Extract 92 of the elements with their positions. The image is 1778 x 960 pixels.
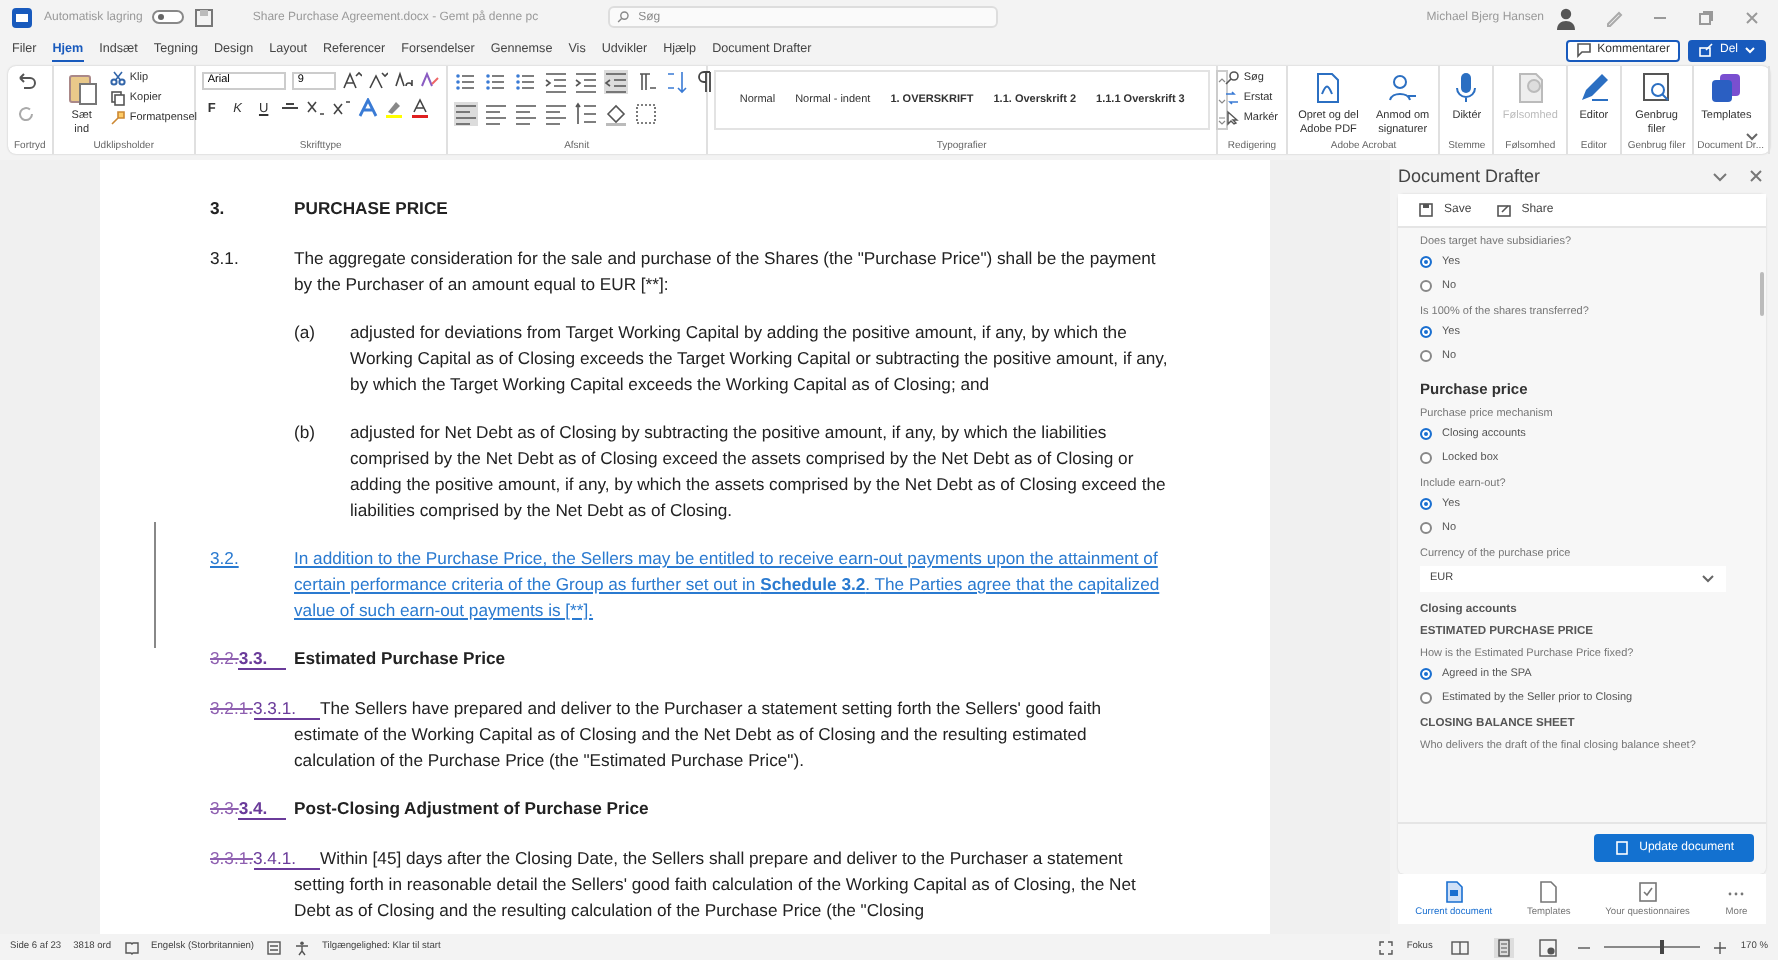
list-icon[interactable] bbox=[483, 70, 508, 94]
scrollbar-thumb[interactable] bbox=[1760, 272, 1764, 316]
radio-button[interactable] bbox=[1420, 256, 1432, 269]
deleted-number: 3.2. bbox=[210, 648, 239, 668]
deleted-number: 3.3. bbox=[210, 798, 239, 818]
clause-number: 3.4.1. bbox=[253, 848, 321, 870]
signature-icon bbox=[1384, 70, 1421, 106]
indent-icon[interactable] bbox=[543, 70, 568, 94]
accessibility-icon[interactable] bbox=[294, 939, 311, 955]
deleted-number: 3.2.1. bbox=[210, 698, 254, 718]
clause-text: The aggregate consideration for the sale and purchase of the Shares (the "Purchase Price") shall be the payment by the Purchaser of an amount equal to EUR [**]: bbox=[294, 248, 1156, 294]
radio-button[interactable] bbox=[1420, 667, 1432, 680]
document-icon bbox=[1441, 880, 1466, 904]
document-icon bbox=[1613, 840, 1630, 856]
undo-icon[interactable] bbox=[14, 70, 38, 94]
radio-button[interactable] bbox=[1420, 326, 1432, 339]
radio-button[interactable] bbox=[1420, 350, 1432, 363]
list-icon[interactable] bbox=[453, 70, 478, 94]
clear-format-icon[interactable] bbox=[419, 70, 440, 90]
subscript-icon[interactable] bbox=[305, 98, 326, 118]
book-icon[interactable] bbox=[123, 939, 140, 955]
clause-number: 3.3. bbox=[238, 648, 286, 670]
collapse-ribbon-icon[interactable] bbox=[1744, 128, 1760, 144]
cursor-icon bbox=[1223, 110, 1240, 126]
redo-icon[interactable] bbox=[14, 102, 38, 126]
macro-icon[interactable] bbox=[266, 939, 283, 955]
clause-text: Post-Closing Adjustment of Purchase Price bbox=[294, 798, 649, 818]
search-icon bbox=[616, 10, 631, 24]
restore-icon[interactable] bbox=[1696, 7, 1716, 27]
clause-text: Estimated Purchase Price bbox=[294, 648, 506, 668]
align-icon[interactable] bbox=[513, 102, 538, 126]
search-icon bbox=[1223, 70, 1240, 86]
clause-number: 3. bbox=[210, 198, 225, 218]
read-view-icon[interactable] bbox=[1450, 937, 1471, 957]
scissors-icon bbox=[109, 70, 126, 86]
clause-number: 3.1. bbox=[210, 248, 239, 268]
align-icon[interactable] bbox=[483, 102, 508, 126]
change-case-icon[interactable] bbox=[393, 70, 414, 90]
align-icon[interactable] bbox=[453, 102, 478, 126]
replace-icon bbox=[1223, 90, 1240, 106]
clause-text: adjusted for Net Debt as of Closing by subtracting the positive amount, if any, by which the liabilities comprised by the Net Debt as of Closing exceed the assets comprised by the Net Debt as of Closing or adding the positive amount, if any, by which the assets comprised by the Net Debt as of Closing exceed the liabilities comprised by the Net Debt as of Closing. bbox=[350, 422, 1166, 520]
word-logo-icon[interactable] bbox=[10, 5, 34, 29]
gallery-scroll-icon[interactable] bbox=[1216, 70, 1229, 130]
clause-number: (b) bbox=[294, 422, 316, 442]
clause-text: PURCHASE PRICE bbox=[294, 198, 448, 218]
panel-title: Document Drafter bbox=[1398, 165, 1543, 185]
checklist-icon bbox=[1635, 880, 1660, 904]
avatar-icon[interactable] bbox=[1554, 5, 1578, 29]
zoom-slider-thumb[interactable] bbox=[1660, 940, 1665, 954]
zoom-in-icon[interactable] bbox=[1712, 939, 1729, 955]
radio-button[interactable] bbox=[1420, 691, 1432, 704]
radio-button[interactable] bbox=[1420, 522, 1432, 535]
shading-icon[interactable] bbox=[603, 102, 628, 126]
page-icon bbox=[1536, 880, 1561, 904]
show-markup-icon[interactable] bbox=[603, 70, 628, 94]
save-icon bbox=[1418, 202, 1434, 218]
radio-button[interactable] bbox=[1420, 498, 1432, 511]
clause-number: (a) bbox=[294, 322, 316, 342]
radio-button[interactable] bbox=[1420, 280, 1432, 293]
save-icon[interactable] bbox=[194, 7, 215, 27]
clause-number: 3.4. bbox=[238, 798, 286, 820]
clause-text: In addition to the Purchase Price, the Sellers may be entitled to receive earn-out payments upon the attainment of certain performance criteria of the Group as further set out in Schedule 3.2. The Parties agree that the capitalized value of such earn-out payments is [**]. bbox=[294, 548, 1160, 620]
web-layout-icon[interactable] bbox=[1538, 937, 1559, 957]
clause-number: 3.2. bbox=[210, 548, 239, 568]
deleted-number: 3.3.1. bbox=[210, 848, 254, 868]
align-icon[interactable] bbox=[543, 102, 568, 126]
chevron-down-icon bbox=[1700, 570, 1716, 586]
stacked-pages-icon bbox=[1708, 70, 1745, 106]
text-effects-icon[interactable] bbox=[357, 98, 378, 118]
clause-number: 3.3.1. bbox=[253, 698, 321, 720]
share-icon bbox=[1697, 42, 1714, 58]
radio-button[interactable] bbox=[1420, 428, 1432, 441]
share-icon bbox=[1495, 202, 1512, 218]
autosave-toggle[interactable] bbox=[152, 10, 185, 24]
list-icon[interactable] bbox=[513, 70, 538, 94]
clause-text: adjusted for deviations from Target Working Capital by adding the positive amount, if any, by which the Working Capital as of Closing exceeds the Target Working Capital or subtracting the positive amount, if any, by which the Target Working Capital exceeds the Working Capital as of Closing; and bbox=[350, 322, 1168, 394]
line-spacing-icon[interactable] bbox=[573, 102, 598, 126]
grow-font-icon[interactable] bbox=[341, 70, 362, 90]
copy-icon bbox=[109, 90, 126, 106]
shrink-font-icon[interactable] bbox=[367, 70, 388, 90]
borders-icon[interactable] bbox=[633, 102, 658, 126]
radio-button[interactable] bbox=[1420, 452, 1432, 465]
brush-icon bbox=[109, 110, 126, 126]
close-icon[interactable] bbox=[1746, 165, 1766, 185]
focus-icon[interactable] bbox=[1378, 939, 1395, 955]
print-layout-icon[interactable] bbox=[1494, 937, 1515, 957]
font-color-icon[interactable] bbox=[409, 98, 430, 118]
comment-icon bbox=[1575, 42, 1592, 58]
close-icon[interactable] bbox=[1742, 7, 1762, 27]
indent-icon[interactable] bbox=[573, 70, 598, 94]
superscript-icon[interactable] bbox=[331, 98, 352, 118]
caret-icon bbox=[1744, 44, 1756, 56]
